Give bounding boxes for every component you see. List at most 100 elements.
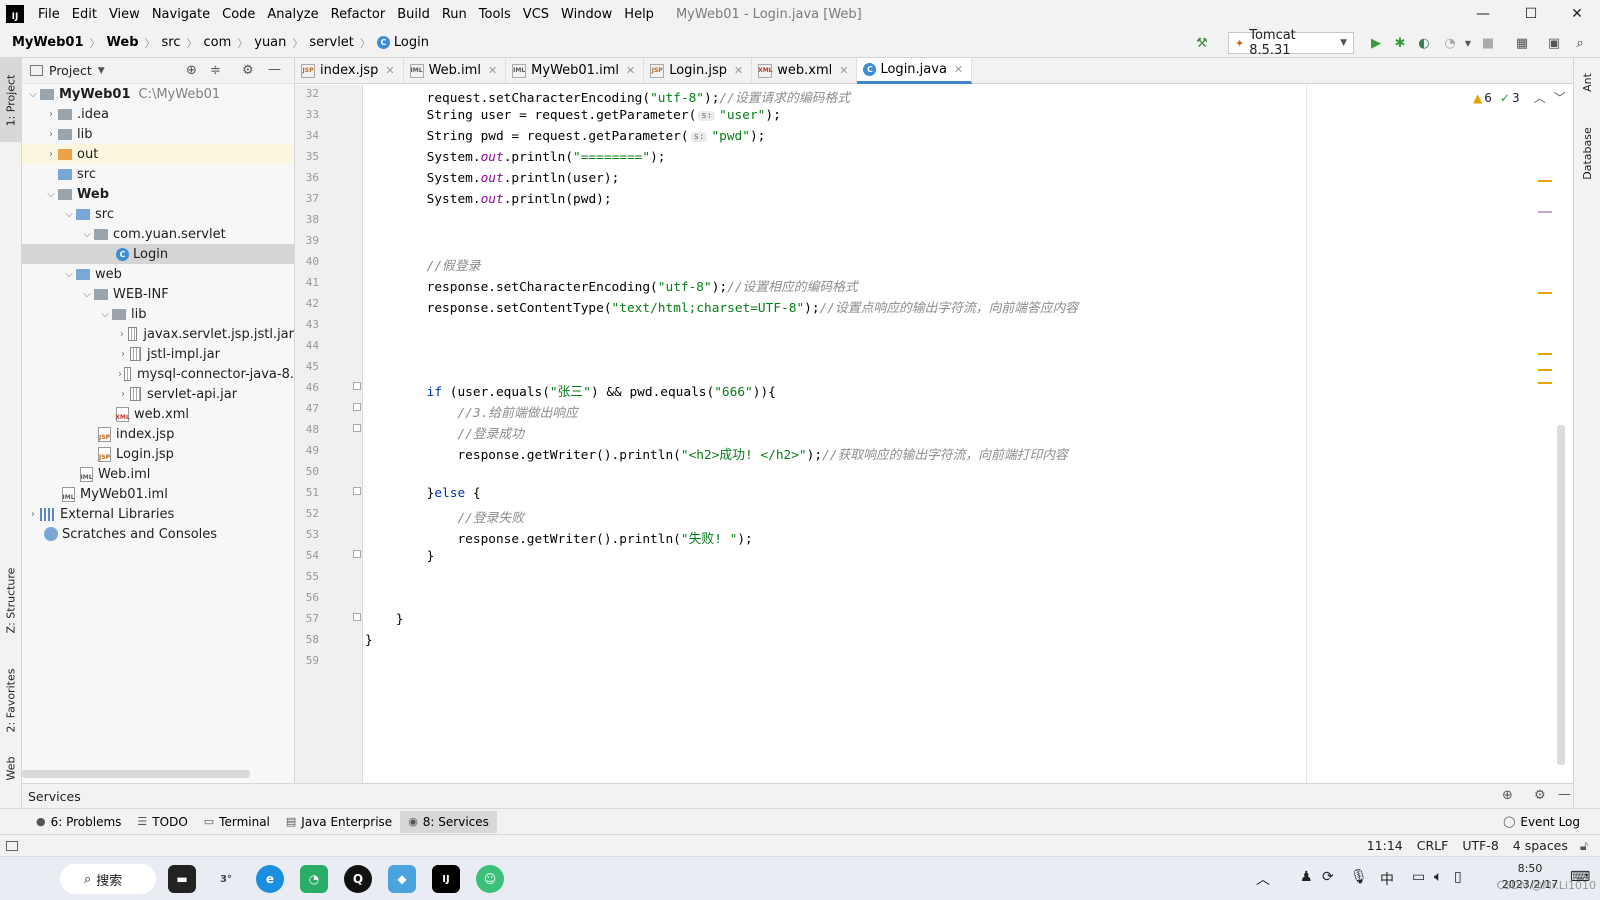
tree-item-login-jsp[interactable]: JSP Login.jsp (22, 444, 294, 464)
indent-setting[interactable]: 4 spaces (1513, 838, 1568, 853)
warning-stripe-marker[interactable] (1538, 353, 1552, 355)
line-number-gutter[interactable]: 32 33 34 35 36 37 38 39 40 41 42 43 44 4… (295, 85, 363, 783)
tab-web-iml[interactable]: IML Web.iml ✕ (404, 57, 507, 84)
gear-icon[interactable]: ⚙ (1534, 788, 1546, 803)
event-log-button[interactable]: ◯ Event Log (1495, 811, 1588, 833)
fold-marker-icon[interactable] (353, 487, 361, 495)
fold-marker-icon[interactable] (353, 382, 361, 390)
chevron-down-icon[interactable]: ⌵ (62, 269, 76, 280)
hide-panel-icon[interactable]: — (268, 62, 281, 77)
close-tab-icon[interactable]: ✕ (488, 64, 497, 77)
tree-item-jar-jstl[interactable]: › javax.servlet.jsp.jstl.jar (22, 324, 294, 344)
chevron-down-icon[interactable]: ⌵ (62, 209, 76, 220)
profile-icon[interactable]: ◔ (1442, 35, 1458, 51)
tab-myweb01-iml[interactable]: IML MyWeb01.iml ✕ (506, 57, 645, 84)
volume-icon[interactable]: 🔈︎ (1434, 869, 1442, 885)
previous-highlight-icon[interactable]: ︿ (1534, 89, 1546, 106)
menu-tools[interactable]: Tools (473, 7, 517, 22)
line-separator[interactable]: CRLF (1417, 838, 1449, 853)
locate-icon[interactable]: ⊕ (186, 63, 197, 78)
fold-marker-icon[interactable] (353, 613, 361, 621)
microphone-icon[interactable]: 🎙︎ (1350, 869, 1368, 885)
breadcrumb-project[interactable]: MyWeb01 (12, 35, 84, 50)
warning-stripe-marker[interactable] (1538, 180, 1552, 182)
menu-edit[interactable]: Edit (66, 7, 103, 22)
sync-tray-icon[interactable]: ⟳ (1322, 869, 1334, 885)
menu-window[interactable]: Window (555, 7, 618, 22)
tree-item-jar-servlet[interactable]: › servlet-api.jar (22, 384, 294, 404)
menu-refactor[interactable]: Refactor (325, 7, 392, 22)
file-encoding[interactable]: UTF-8 (1462, 838, 1498, 853)
next-highlight-icon[interactable]: ﹀ (1554, 89, 1566, 106)
tree-item-myweb01-iml[interactable]: IML MyWeb01.iml (22, 484, 294, 504)
tree-item-idea[interactable]: › .idea (22, 104, 294, 124)
run-icon[interactable]: ▶ (1368, 35, 1384, 51)
fold-marker-icon[interactable] (353, 403, 361, 411)
collapse-all-icon[interactable]: ≑ (210, 63, 221, 78)
chevron-down-icon[interactable]: ▼ (98, 66, 105, 76)
tree-item-external-libraries[interactable]: › External Libraries (22, 504, 294, 524)
menu-build[interactable]: Build (391, 7, 436, 22)
menu-vcs[interactable]: VCS (517, 7, 555, 22)
breadcrumb-module[interactable]: Web (107, 35, 139, 50)
profile-dropdown-icon[interactable]: ▼ (1460, 35, 1476, 51)
menu-run[interactable]: Run (436, 7, 473, 22)
qq-tray-icon[interactable]: ♟ (1300, 869, 1313, 885)
project-tool-tab[interactable]: 1: Project (0, 58, 22, 142)
services-title[interactable]: Services (28, 789, 81, 804)
close-tab-icon[interactable]: ✕ (954, 63, 963, 76)
chevron-down-icon[interactable]: ⌵ (26, 89, 40, 100)
chat-app-icon[interactable]: ☺ (476, 865, 504, 893)
structure-tool-tab[interactable]: Z: Structure (0, 558, 22, 642)
edge-browser-icon[interactable]: e (256, 865, 284, 893)
tab-web-xml[interactable]: XML web.xml ✕ (752, 57, 858, 84)
warning-stripe-marker[interactable] (1538, 292, 1552, 294)
tree-item-jar-mysql[interactable]: › mysql-connector-java-8. (22, 364, 294, 384)
chevron-right-icon[interactable]: › (26, 509, 40, 520)
breadcrumb-com[interactable]: com (203, 35, 231, 50)
project-structure-icon[interactable]: ▦ (1514, 35, 1530, 51)
chevron-right-icon[interactable]: › (116, 369, 124, 380)
vertical-scrollbar[interactable] (1557, 425, 1565, 765)
build-hammer-icon[interactable]: ⚒ (1194, 35, 1210, 51)
windows-start-icon[interactable] (18, 865, 44, 891)
stop-icon[interactable]: ■ (1480, 35, 1496, 51)
maximize-button[interactable]: ☐ (1508, 0, 1554, 28)
breadcrumb-yuan[interactable]: yuan (254, 35, 286, 50)
search-icon[interactable]: ⌕ (1572, 35, 1588, 51)
network-icon[interactable]: ▭ (1412, 869, 1425, 885)
intellij-taskbar-icon[interactable]: IJ (432, 865, 460, 893)
ant-tool-tab[interactable]: Ant (1574, 62, 1600, 102)
favorites-tool-tab[interactable]: 2: Favorites (0, 658, 22, 742)
chevron-right-icon[interactable]: › (44, 149, 58, 160)
chevron-right-icon[interactable]: › (44, 109, 58, 120)
close-tab-icon[interactable]: ✕ (839, 64, 848, 77)
inspection-widget[interactable]: ▲ 6 ✓ 3 ︿ ﹀ (1473, 89, 1566, 106)
tree-item-myweb01[interactable]: ⌵ MyWeb01 C:\MyWeb01 (22, 84, 294, 104)
locate-icon[interactable]: ⊕ (1502, 788, 1513, 803)
chevron-right-icon[interactable]: › (44, 129, 58, 140)
run-configuration-select[interactable]: ✦ Tomcat 8.5.31 ▼ (1228, 28, 1354, 58)
tab-login-java[interactable]: C Login.java ✕ (857, 57, 973, 84)
app-icon[interactable]: ◆ (388, 865, 416, 893)
tree-item-web-inf-lib[interactable]: ⌵ lib (22, 304, 294, 324)
tree-item-web-iml[interactable]: IML Web.iml (22, 464, 294, 484)
gear-icon[interactable]: ⚙ (242, 63, 254, 78)
tree-item-login-class[interactable]: C Login (22, 244, 294, 264)
tree-item-src-root[interactable]: src (22, 164, 294, 184)
tree-item-index-jsp[interactable]: JSP index.jsp (22, 424, 294, 444)
tree-item-package[interactable]: ⌵ com.yuan.servlet (22, 224, 294, 244)
coverage-icon[interactable]: ◐ (1416, 35, 1432, 51)
close-tab-icon[interactable]: ✕ (385, 64, 394, 77)
lock-icon[interactable]: 🔓︎ (1580, 838, 1588, 854)
ime-indicator[interactable]: 中 (1380, 869, 1394, 889)
warning-stripe-marker[interactable] (1538, 369, 1552, 371)
tree-item-web-inf[interactable]: ⌵ WEB-INF (22, 284, 294, 304)
chevron-right-icon[interactable]: › (116, 329, 128, 340)
close-tab-icon[interactable]: ✕ (626, 64, 635, 77)
close-tab-icon[interactable]: ✕ (734, 64, 743, 77)
menu-navigate[interactable]: Navigate (146, 7, 216, 22)
warning-stripe-marker[interactable] (1538, 382, 1552, 384)
task-view-icon[interactable]: ▬ (168, 865, 196, 893)
tool-tab-todo[interactable]: ☰ TODO (129, 811, 195, 833)
